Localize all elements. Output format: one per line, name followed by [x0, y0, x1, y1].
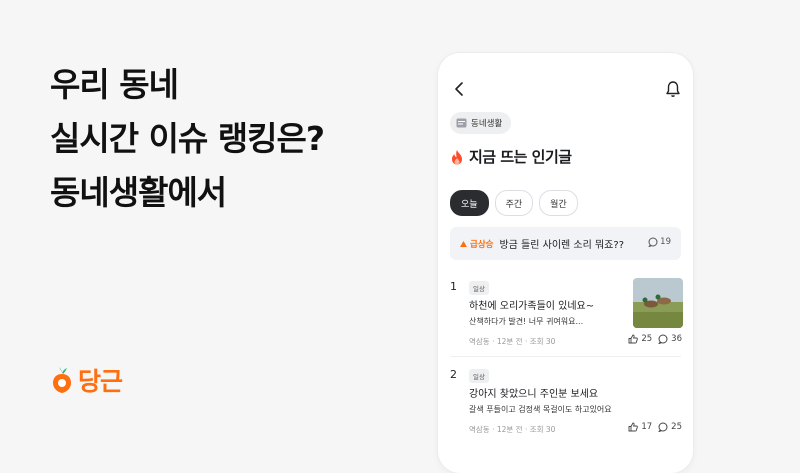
rising-arrow-icon [460, 240, 467, 247]
headline-line-3: 동네생활에서 [50, 173, 227, 212]
rising-comment-count: 19 [648, 237, 671, 247]
post-meta: 역삼동 · 12분 전 · 조회 30 [469, 425, 556, 434]
comment-icon [658, 422, 668, 432]
comment-icon [648, 237, 658, 247]
rising-post-banner[interactable]: 급상승 방금 들린 사이렌 소리 뭐죠?? 19 [450, 227, 681, 260]
back-arrow-icon[interactable] [452, 79, 466, 99]
rising-comment-count-value: 19 [660, 237, 671, 247]
like-count: 25 [641, 334, 653, 344]
category-chip-label: 동네생활 [471, 119, 503, 129]
post-rank: 1 [450, 280, 457, 293]
divider [450, 356, 681, 357]
section-title: 지금 뜨는 인기글 [450, 146, 572, 167]
headline: 우리 동네 실시간 이슈 랭킹은? 동네생활에서 [50, 58, 325, 220]
brand-logo: 당근 [52, 362, 123, 398]
post-stats: 17 25 [628, 422, 682, 432]
app-top-bar [438, 79, 693, 103]
board-icon [456, 118, 467, 128]
like-icon [628, 334, 639, 344]
post-title: 강아지 찾았으니 주인분 보세요 [469, 389, 599, 400]
tab-weekly[interactable]: 주간 [494, 190, 534, 216]
tab-monthly[interactable]: 월간 [539, 190, 578, 216]
comment-icon [658, 334, 668, 344]
post-snippet: 산책하다가 발견! 너무 귀여워요... [469, 317, 584, 326]
rising-badge-label: 급상승 [470, 239, 494, 250]
bell-icon[interactable] [665, 79, 681, 99]
rising-badge: 급상승 [460, 238, 493, 250]
comment-count: 25 [671, 422, 682, 432]
rising-post-title: 방금 들린 사이렌 소리 뭐죠?? [499, 240, 624, 251]
post-tag: 일상 [469, 369, 489, 383]
post-thumbnail [633, 278, 683, 328]
section-title-text: 지금 뜨는 인기글 [469, 148, 572, 166]
headline-line-2: 실시간 이슈 랭킹은? [50, 119, 325, 158]
post-meta: 역삼동 · 12분 전 · 조회 30 [469, 337, 556, 346]
tab-today[interactable]: 오늘 [450, 190, 489, 216]
list-item[interactable]: 1 일상 하천에 오리가족들이 있네요~ 산책하다가 발견! 너무 귀여워요..… [438, 278, 693, 360]
fire-icon [452, 149, 462, 164]
post-stats: 25 36 [628, 334, 682, 344]
post-title: 하천에 오리가족들이 있네요~ [469, 301, 595, 312]
carrot-logo-icon [53, 367, 71, 393]
like-icon [628, 422, 639, 432]
phone-mockup: 동네생활 지금 뜨는 인기글 오늘 주간 월간 급상승 방금 들린 사이렌 소리… [438, 53, 693, 473]
like-count: 17 [641, 422, 653, 432]
post-tag: 일상 [469, 281, 489, 295]
brand-logo-text: 당근 [78, 367, 123, 396]
category-chip[interactable]: 동네생활 [450, 112, 512, 134]
period-tabs: 오늘 주간 월간 [450, 190, 578, 216]
comment-count: 36 [671, 334, 682, 344]
list-item[interactable]: 2 일상 강아지 찾았으니 주인분 보세요 갈색 푸들이고 검정색 목걸이도 하… [438, 368, 693, 448]
headline-line-1: 우리 동네 [50, 65, 179, 104]
post-snippet: 갈색 푸들이고 검정색 목걸이도 하고있어요 [469, 405, 612, 414]
post-rank: 2 [450, 368, 457, 381]
